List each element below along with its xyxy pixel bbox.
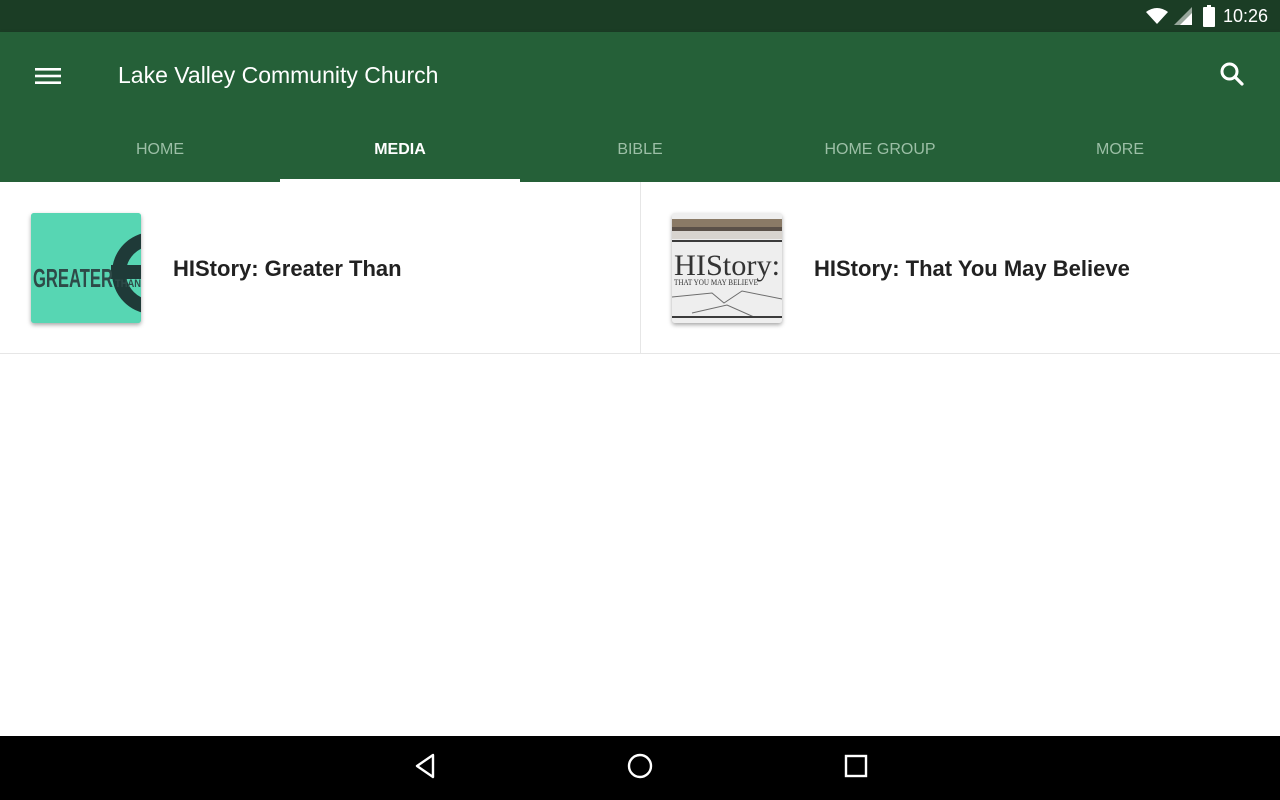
back-icon [413,753,437,784]
hamburger-menu-icon [35,66,61,91]
media-title: HIStory: Greater Than [173,256,402,281]
thumb-text-sub: THAT YOU MAY BELIEVE [674,278,758,287]
app-title: Lake Valley Community Church [118,62,439,88]
status-bar: 10:26 [0,0,1280,32]
status-time: 10:26 [1222,5,1268,26]
tab-bar: HOME MEDIA BIBLE HOME GROUP MORE [40,118,1240,182]
recents-button[interactable] [832,744,880,792]
tab-more[interactable]: MORE [1000,118,1240,182]
search-icon [1219,61,1245,92]
media-item-greater-than[interactable]: GREATER THAN HIStory: Greater Than [0,182,640,354]
recents-icon [844,754,868,783]
wifi-icon [1145,6,1169,26]
media-grid: GREATER THAN HIStory: Greater Than HISto… [0,182,1280,354]
media-item-that-you-may-believe[interactable]: HIStory: THAT YOU MAY BELIEVE HIStory: T… [640,182,1280,354]
tab-media[interactable]: MEDIA [280,118,520,182]
navigation-bar [0,736,1280,800]
back-button[interactable] [401,744,449,792]
media-title: HIStory: That You May Believe [814,256,1130,281]
home-icon [626,752,654,785]
battery-icon [1202,5,1215,27]
series-thumbnail: GREATER THAN [31,213,141,323]
tab-home-group[interactable]: HOME GROUP [760,118,1000,182]
cell-signal-icon [1173,6,1193,26]
status-icons: 10:26 [1145,0,1268,32]
series-thumbnail: HIStory: THAT YOU MAY BELIEVE [672,213,782,323]
app-bar: Lake Valley Community Church HOME MEDIA … [0,32,1280,182]
media-content: GREATER THAN HIStory: Greater Than HISto… [0,182,1280,736]
tab-home[interactable]: HOME [40,118,280,182]
home-button[interactable] [616,744,664,792]
search-button[interactable] [1208,52,1256,100]
tab-bible[interactable]: BIBLE [520,118,760,182]
thumb-text-main: GREATER [33,263,113,293]
thumb-text-sub: THAN [115,278,141,290]
menu-button[interactable] [24,54,72,102]
